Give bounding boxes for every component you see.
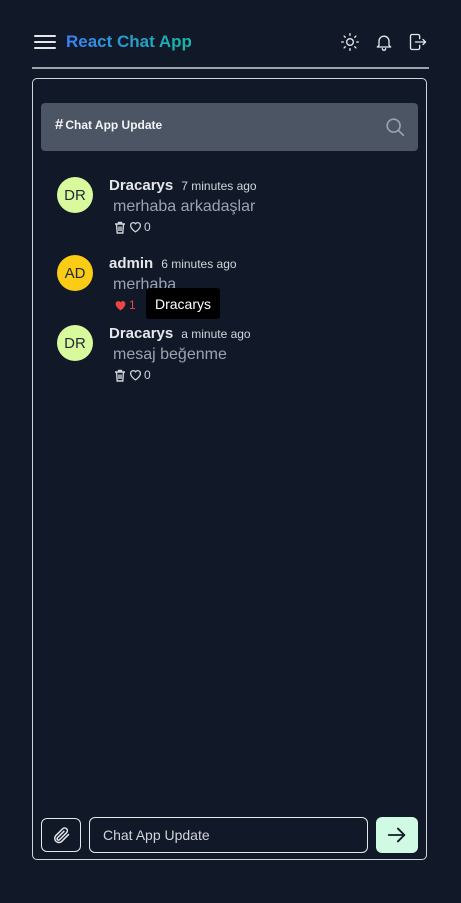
paperclip-icon[interactable] (41, 818, 81, 852)
search-icon[interactable] (384, 116, 406, 138)
sun-icon[interactable] (339, 31, 361, 53)
message-composer (41, 817, 418, 853)
message-time: 6 minutes ago (161, 257, 237, 271)
heart-filled-icon[interactable] (114, 299, 127, 312)
message-input[interactable] (89, 817, 368, 853)
logout-icon[interactable] (407, 31, 429, 53)
likes-tooltip: Dracarys (146, 288, 221, 319)
message-header: Dracarys a minute ago (109, 325, 251, 342)
chat-panel: # Chat App Update DR Dracarys 7 minutes … (32, 78, 427, 860)
message-text: mesaj beğenme (113, 346, 227, 363)
channel-name: Chat App Update (65, 117, 163, 132)
send-arrow-icon[interactable] (376, 817, 418, 853)
message-header: Dracarys 7 minutes ago (109, 177, 257, 194)
header-divider (32, 67, 429, 69)
like-count: 1 (129, 298, 136, 312)
message-actions: 0 (114, 368, 151, 382)
like-count: 0 (144, 368, 151, 382)
message-header: admin 6 minutes ago (109, 255, 237, 272)
bell-icon[interactable] (373, 31, 395, 53)
message-actions: 1 (114, 298, 136, 312)
channel-title: # Chat App Update (55, 116, 162, 133)
message-text: merhaba arkadaşlar (113, 198, 256, 215)
app-header: React Chat App (32, 28, 429, 56)
message-author: Dracarys (109, 177, 174, 194)
message-time: 7 minutes ago (181, 179, 257, 193)
message-author: Dracarys (109, 325, 174, 342)
trash-icon[interactable] (114, 221, 127, 234)
channel-header: # Chat App Update (41, 103, 418, 151)
menu-icon[interactable] (34, 31, 56, 53)
trash-icon[interactable] (114, 369, 127, 382)
like-count: 0 (144, 220, 151, 234)
avatar: AD (57, 255, 93, 291)
hash-icon: # (55, 116, 64, 133)
app-title: React Chat App (66, 32, 192, 51)
message-time: a minute ago (181, 327, 251, 341)
avatar: DR (57, 177, 93, 213)
avatar: DR (57, 325, 93, 361)
header-actions (339, 31, 429, 53)
message-author: admin (109, 255, 154, 272)
heart-icon[interactable] (129, 221, 142, 234)
message-actions: 0 (114, 220, 151, 234)
heart-icon[interactable] (129, 369, 142, 382)
